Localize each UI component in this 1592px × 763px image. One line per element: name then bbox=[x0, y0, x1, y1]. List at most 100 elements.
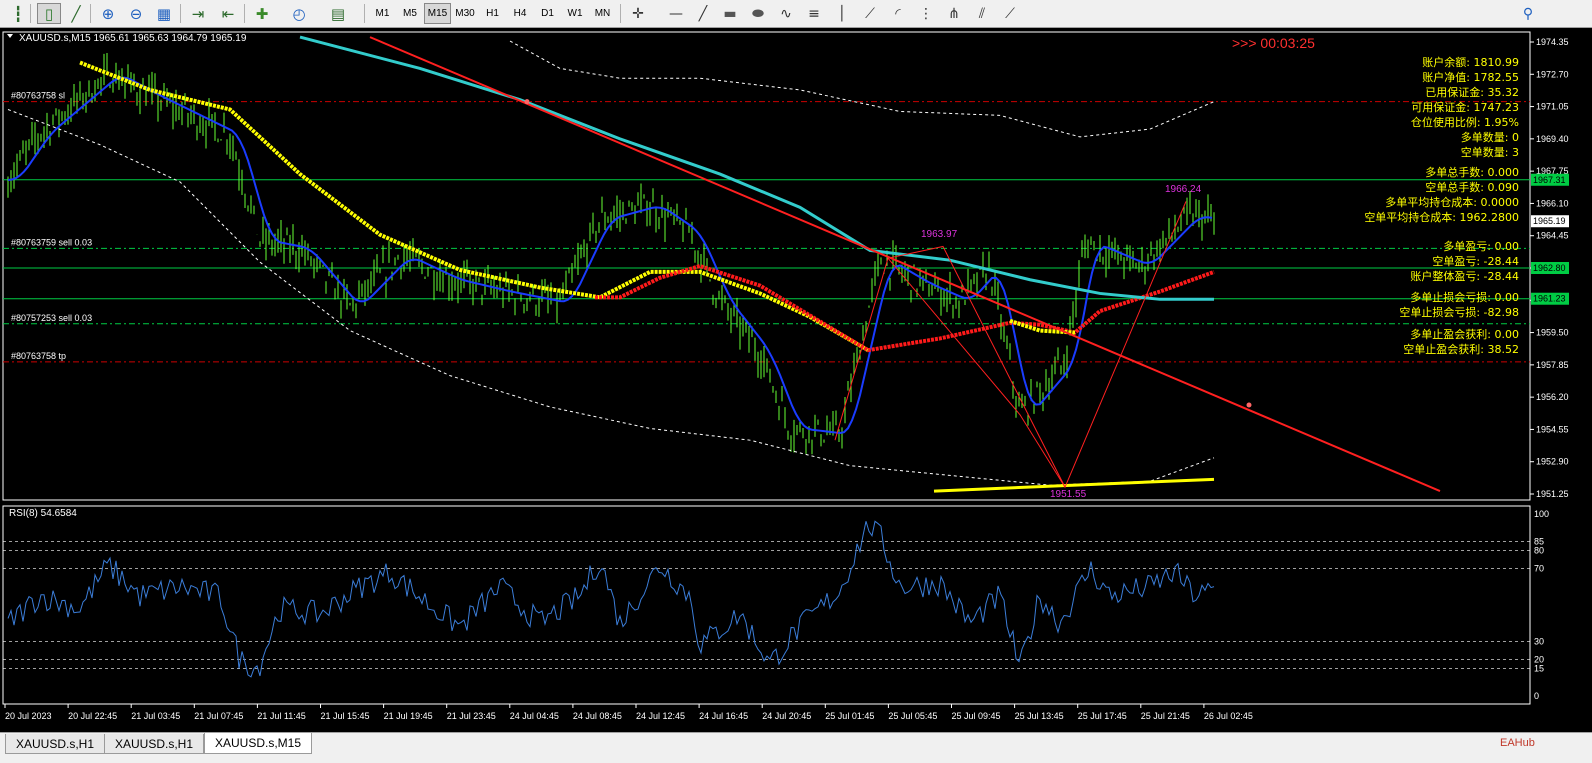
chart-area[interactable]: 1974.351972.701971.051969.401967.751966.… bbox=[0, 28, 1592, 732]
account-panel-line: 多单平均持仓成本: 0.0000 bbox=[1385, 195, 1519, 209]
time-axis-label: 24 Jul 16:45 bbox=[699, 711, 748, 721]
toolbar-separator bbox=[620, 4, 621, 23]
account-panel-line: 账户余额: 1810.99 bbox=[1422, 55, 1519, 69]
timeframe-m5-button[interactable]: M5 bbox=[397, 3, 424, 24]
time-axis-label: 25 Jul 13:45 bbox=[1015, 711, 1064, 721]
timeframe-mn-button[interactable]: MN bbox=[589, 3, 616, 24]
account-panel-line: 空单止损会亏损: -82.98 bbox=[1399, 305, 1519, 319]
chart-tabs: XAUUSD.s,H1 XAUUSD.s,H1 XAUUSD.s,M15 bbox=[0, 732, 1592, 763]
trend-anchor bbox=[524, 99, 530, 105]
account-panel-line: 多单盈亏: 0.00 bbox=[1443, 239, 1519, 253]
account-panel-line: 多单数量: 0 bbox=[1461, 130, 1519, 144]
candlestick-icon[interactable]: ▯ bbox=[37, 3, 61, 24]
order-line-label: #80763758 tp bbox=[11, 351, 66, 361]
rsi-axis-label: 0 bbox=[1534, 691, 1539, 701]
trendline-icon[interactable]: ╱ bbox=[691, 3, 715, 24]
timeframe-m30-button[interactable]: M30 bbox=[452, 3, 479, 24]
toolbar-separator bbox=[244, 4, 245, 23]
clock-icon[interactable]: ◴ bbox=[287, 3, 311, 24]
account-panel-line: 空单总手数: 0.090 bbox=[1425, 180, 1519, 194]
gann-icon[interactable]: ⟋ bbox=[998, 3, 1022, 24]
templates-icon[interactable]: ▤ bbox=[326, 3, 350, 24]
time-axis-label: 25 Jul 01:45 bbox=[825, 711, 874, 721]
chart-header: XAUUSD.s,M15 1965.61 1965.63 1964.79 196… bbox=[19, 33, 247, 44]
tile-windows-icon[interactable]: ▦ bbox=[152, 3, 176, 24]
vertical-line-icon[interactable]: │ bbox=[830, 3, 854, 24]
account-panel-line: 账户整体盈亏: -28.44 bbox=[1410, 269, 1519, 283]
time-axis-label: 21 Jul 15:45 bbox=[321, 711, 370, 721]
swing-label: 1963.97 bbox=[921, 229, 958, 240]
rsi-axis-label: 70 bbox=[1534, 564, 1544, 574]
bar-chart-icon[interactable]: ┇ bbox=[6, 3, 30, 24]
time-axis-label: 25 Jul 09:45 bbox=[952, 711, 1001, 721]
time-axis-label: 26 Jul 02:45 bbox=[1204, 711, 1253, 721]
watermark-logo: EAHub bbox=[1500, 737, 1535, 749]
swing-label: 1951.55 bbox=[1050, 489, 1087, 500]
rectangle-icon[interactable]: ▬ bbox=[718, 3, 742, 24]
indicators-icon[interactable]: ✚ bbox=[250, 3, 274, 24]
time-axis-label: 21 Jul 23:45 bbox=[447, 711, 496, 721]
chart-tab[interactable]: XAUUSD.s,H1 bbox=[104, 734, 205, 754]
order-line-label: #80763759 sell 0.03 bbox=[11, 237, 92, 247]
time-axis-label: 24 Jul 08:45 bbox=[573, 711, 622, 721]
time-axis-label: 20 Jul 22:45 bbox=[68, 711, 117, 721]
price-axis-label: 1964.45 bbox=[1536, 231, 1569, 241]
timeframe-d1-button[interactable]: D1 bbox=[534, 3, 561, 24]
timeframe-h4-button[interactable]: H4 bbox=[507, 3, 534, 24]
account-panel-line: 空单数量: 3 bbox=[1461, 145, 1519, 159]
search-icon[interactable]: ⚲ bbox=[1516, 3, 1540, 24]
time-axis-label: 24 Jul 04:45 bbox=[510, 711, 559, 721]
fibo-fan-icon[interactable]: ⟋ bbox=[858, 3, 882, 24]
account-panel-line: 已用保证金: 35.32 bbox=[1425, 85, 1519, 99]
account-panel-line: 多单总手数: 0.000 bbox=[1425, 165, 1519, 179]
chart-shift-icon[interactable]: ⇤ bbox=[216, 3, 240, 24]
time-axis-label: 21 Jul 03:45 bbox=[131, 711, 180, 721]
toolbar-separator bbox=[30, 4, 31, 23]
timeframe-w1-button[interactable]: W1 bbox=[562, 3, 589, 24]
auto-scroll-icon[interactable]: ⇥ bbox=[186, 3, 210, 24]
channel-icon[interactable]: ⫽ bbox=[970, 3, 994, 24]
account-panel-line: 仓位使用比例: 1.95% bbox=[1411, 115, 1519, 129]
toolbar-separator bbox=[364, 4, 365, 23]
trend-anchor bbox=[1246, 402, 1252, 408]
time-axis-label: 20 Jul 2023 bbox=[5, 711, 52, 721]
rsi-axis-label: 100 bbox=[1534, 509, 1549, 519]
fibo-arc-icon[interactable]: ◜ bbox=[886, 3, 910, 24]
toolbar-separator bbox=[90, 4, 91, 23]
account-panel-line: 多单止损会亏损: 0.00 bbox=[1410, 290, 1519, 304]
swing-label: 1966.24 bbox=[1165, 184, 1202, 195]
line-chart-icon[interactable]: ╱ bbox=[64, 3, 88, 24]
chart-tab[interactable]: XAUUSD.s,M15 bbox=[204, 733, 313, 754]
account-panel-line: 可用保证金: 1747.23 bbox=[1411, 100, 1519, 114]
time-axis-label: 21 Jul 07:45 bbox=[194, 711, 243, 721]
timeframe-h1-button[interactable]: H1 bbox=[479, 3, 506, 24]
ellipse-icon[interactable]: ⬬ bbox=[746, 3, 770, 24]
price-axis-label: 1957.85 bbox=[1536, 360, 1569, 370]
account-panel-line: 空单平均持仓成本: 1962.2800 bbox=[1364, 210, 1519, 224]
andrews-icon[interactable]: ⋔ bbox=[942, 3, 966, 24]
time-axis-label: 25 Jul 17:45 bbox=[1078, 711, 1127, 721]
price-axis-label: 1974.35 bbox=[1536, 37, 1569, 47]
time-axis-label: 24 Jul 12:45 bbox=[636, 711, 685, 721]
elliott-icon[interactable]: ∿ bbox=[774, 3, 798, 24]
timeframe-m15-button[interactable]: M15 bbox=[424, 3, 451, 24]
zoom-in-icon[interactable]: ⊕ bbox=[96, 3, 120, 24]
countdown-timer: >>> 00:03:25 bbox=[1232, 35, 1315, 51]
price-tag-label: 1961.23 bbox=[1533, 294, 1566, 304]
fibonacci-icon[interactable]: ≡ bbox=[802, 3, 826, 24]
horizontal-line-icon[interactable]: — bbox=[664, 3, 688, 24]
zoom-out-icon[interactable]: ⊖ bbox=[124, 3, 148, 24]
price-tag-label: 1965.19 bbox=[1533, 216, 1566, 226]
price-axis-label: 1969.40 bbox=[1536, 134, 1569, 144]
fibo-time-icon[interactable]: ⋮ bbox=[914, 3, 938, 24]
time-axis-label: 24 Jul 20:45 bbox=[762, 711, 811, 721]
timeframe-m1-button[interactable]: M1 bbox=[369, 3, 396, 24]
chart-tab[interactable]: XAUUSD.s,H1 bbox=[5, 734, 106, 754]
rsi-axis-label: 30 bbox=[1534, 636, 1544, 646]
order-line-label: #80757253 sell 0.03 bbox=[11, 313, 92, 323]
rsi-axis-label: 80 bbox=[1534, 545, 1544, 555]
time-axis-label: 25 Jul 05:45 bbox=[888, 711, 937, 721]
crosshair-icon[interactable]: ✛ bbox=[626, 3, 650, 24]
price-tag-label: 1967.31 bbox=[1533, 175, 1566, 185]
time-axis-label: 21 Jul 11:45 bbox=[257, 711, 305, 721]
